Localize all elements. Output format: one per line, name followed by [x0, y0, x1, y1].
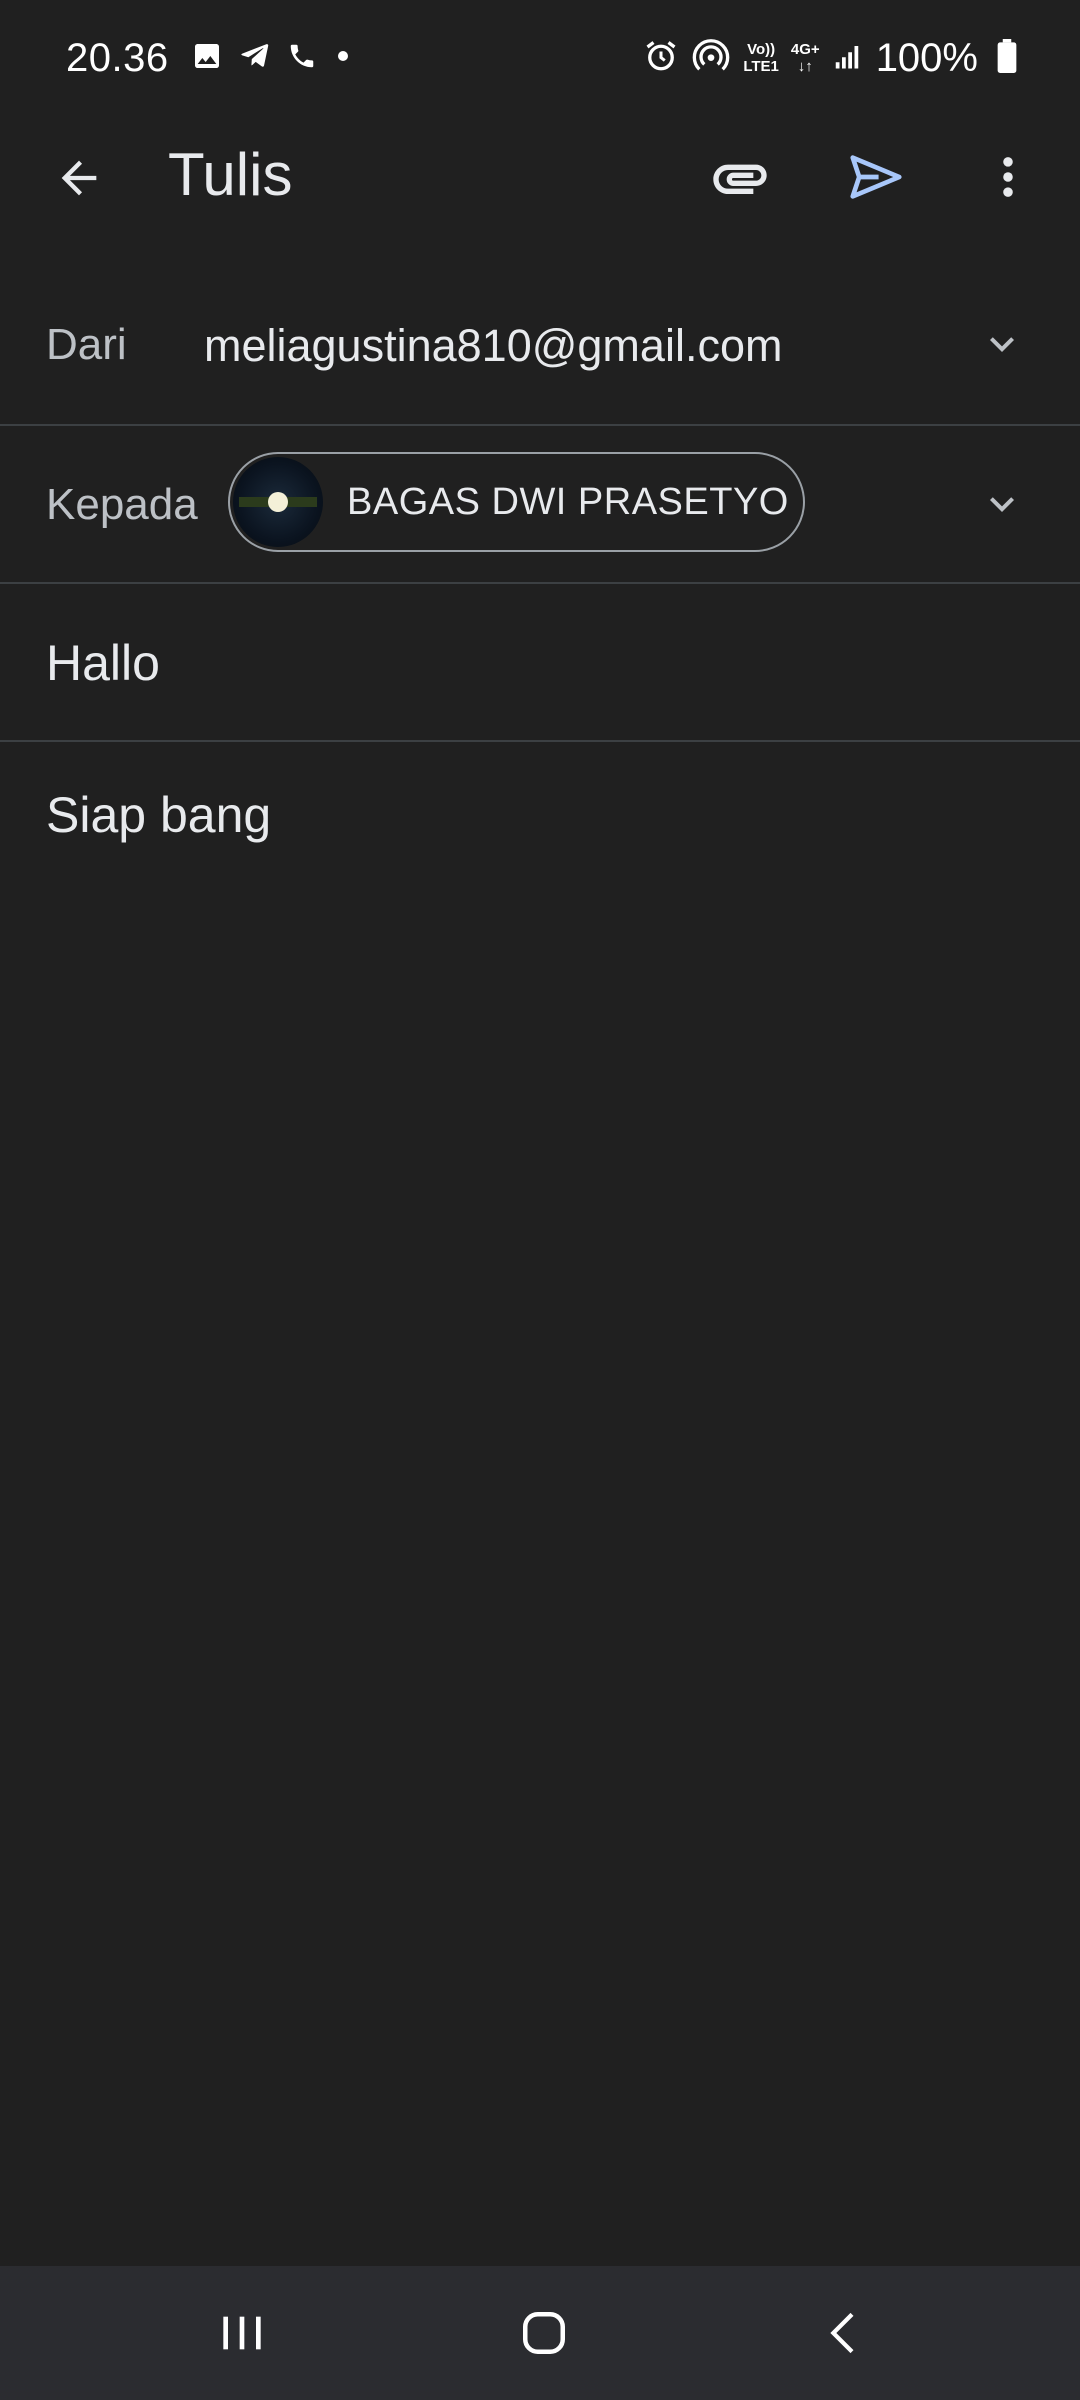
gallery-notification-icon — [191, 40, 237, 77]
battery-percent: 100% — [875, 35, 978, 80]
battery-icon — [984, 38, 1018, 78]
system-back-button[interactable] — [800, 2296, 890, 2370]
attach-button[interactable] — [700, 146, 780, 210]
avatar-dot — [268, 492, 288, 512]
subject-row: Hallo — [0, 584, 1080, 742]
telegram-notification-icon — [237, 40, 287, 77]
data-arrows-icon: ↓↑ — [797, 58, 813, 75]
recents-button[interactable] — [197, 2296, 287, 2370]
status-right: Vo)) LTE1 4G+ ↓↑ 100% — [631, 36, 1018, 81]
recipient-avatar — [233, 457, 323, 547]
chevron-down-icon — [990, 497, 1014, 512]
phone-call-icon — [287, 41, 331, 76]
send-icon — [850, 155, 902, 199]
signal-strength-icon — [820, 41, 862, 76]
alarm-icon — [631, 38, 679, 79]
message-body-field[interactable]: Siap bang — [46, 786, 271, 844]
back-icon — [830, 2312, 854, 2354]
to-expand-button[interactable] — [972, 474, 1032, 534]
hotspot-icon — [679, 36, 731, 81]
volte-indicator: Vo)) LTE1 — [743, 41, 779, 75]
attachment-icon — [713, 164, 767, 194]
recipient-chip[interactable]: BAGAS DWI PRASETYO — [228, 452, 805, 552]
from-expand-button[interactable] — [972, 314, 1032, 374]
more-vert-icon — [1003, 157, 1013, 197]
compose-screen: 20.36 Vo)) LTE1 4G+ ↓↑ 100% Tulis Dari m… — [0, 0, 1080, 2400]
more-options-button[interactable] — [980, 142, 1036, 212]
back-button[interactable] — [44, 146, 114, 210]
home-icon — [523, 2312, 565, 2354]
status-time: 20.36 — [66, 35, 169, 80]
recipient-name: BAGAS DWI PRASETYO — [347, 480, 789, 523]
navigation-bar — [0, 2266, 1080, 2400]
status-left: 20.36 — [66, 36, 369, 81]
lte-text: LTE1 — [743, 58, 779, 75]
from-account[interactable]: meliagustina810@gmail.com — [204, 320, 782, 372]
status-bar: 20.36 Vo)) LTE1 4G+ ↓↑ 100% — [0, 0, 1080, 116]
send-button[interactable] — [836, 142, 916, 212]
to-row: Kepada BAGAS DWI PRASETYO — [0, 426, 1080, 584]
from-label: Dari — [46, 320, 127, 369]
to-label: Kepada — [46, 480, 198, 529]
page-title: Tulis — [168, 141, 293, 208]
back-arrow-icon — [61, 160, 97, 196]
network-type-text: 4G+ — [790, 41, 820, 58]
recents-icon — [223, 2316, 261, 2350]
network-type-indicator: 4G+ ↓↑ — [791, 41, 820, 75]
subject-field[interactable]: Hallo — [46, 634, 160, 692]
from-row: Dari meliagustina810@gmail.com — [0, 268, 1080, 426]
chevron-down-icon — [990, 337, 1014, 352]
app-bar: Tulis — [0, 116, 1080, 236]
more-notifications-dot-icon — [331, 44, 369, 73]
volte-text: Vo)) — [747, 41, 776, 58]
home-button[interactable] — [499, 2296, 589, 2370]
